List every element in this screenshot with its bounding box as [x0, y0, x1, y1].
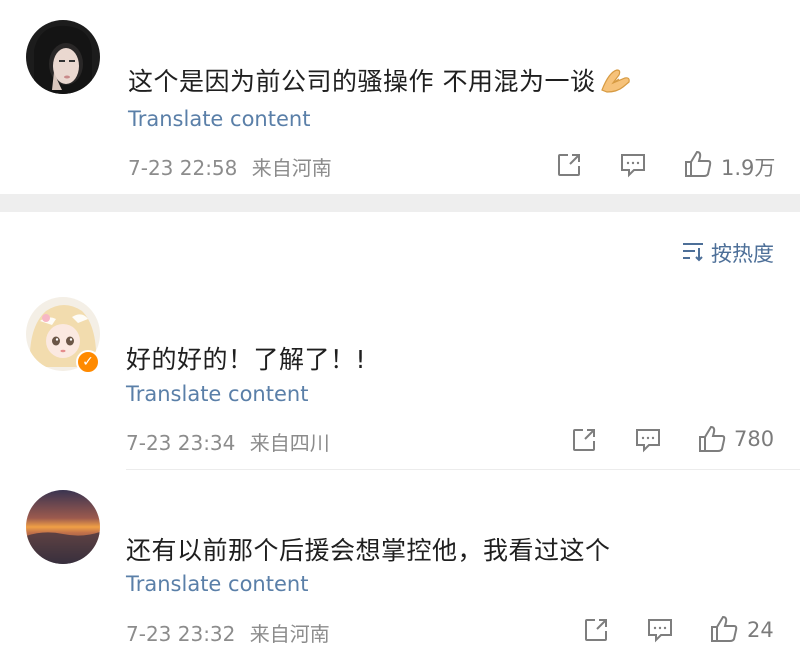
comment-meta: 7-23 23:32 来自河南: [126, 618, 330, 647]
comment-time: 7-23 22:58: [128, 156, 238, 180]
comment-text: 这个是因为前公司的骚操作 不用混为一谈: [128, 62, 633, 100]
like-count: 780: [734, 427, 775, 451]
comment-time: 7-23 23:34: [126, 431, 236, 455]
sort-icon: [681, 240, 705, 266]
like-count: 24: [747, 618, 774, 642]
comment-text-body: 这个是因为前公司的骚操作 不用混为一谈: [128, 67, 596, 96]
comment-icon[interactable]: [634, 427, 662, 457]
comment-text: 还有以前那个后援会想掌控他，我看过这个: [126, 536, 611, 565]
translate-link[interactable]: Translate content: [126, 382, 308, 406]
avatar[interactable]: [26, 20, 100, 94]
share-icon[interactable]: [571, 427, 597, 457]
comment-text: 好的好的！了解了！!: [126, 345, 367, 374]
hands-together-emoji: [599, 66, 633, 100]
comment-time: 7-23 23:32: [126, 622, 236, 646]
comment-location: 来自四川: [249, 431, 330, 455]
comment-divider: [126, 469, 800, 470]
comment-meta: 7-23 23:34 来自四川: [126, 427, 330, 456]
comment-meta: 7-23 22:58 来自河南: [128, 152, 332, 181]
share-icon[interactable]: [583, 617, 609, 647]
section-separator: [0, 194, 800, 212]
thumbs-up-icon[interactable]: [709, 614, 739, 648]
comment-location: 来自河南: [251, 156, 332, 180]
comment-icon[interactable]: [619, 152, 647, 182]
translate-link[interactable]: Translate content: [128, 107, 310, 131]
sort-label: 按热度: [711, 242, 774, 266]
comment-icon[interactable]: [646, 617, 674, 647]
share-icon[interactable]: [556, 152, 582, 182]
verified-badge-icon: ✓: [76, 350, 100, 374]
sort-by-hot-button[interactable]: 按热度: [681, 238, 774, 268]
avatar[interactable]: [26, 490, 100, 564]
comment-location: 来自河南: [249, 622, 330, 646]
like-count: 1.9万: [721, 156, 776, 180]
translate-link[interactable]: Translate content: [126, 572, 308, 596]
thumbs-up-icon[interactable]: [697, 424, 727, 458]
thumbs-up-icon[interactable]: [683, 149, 713, 183]
